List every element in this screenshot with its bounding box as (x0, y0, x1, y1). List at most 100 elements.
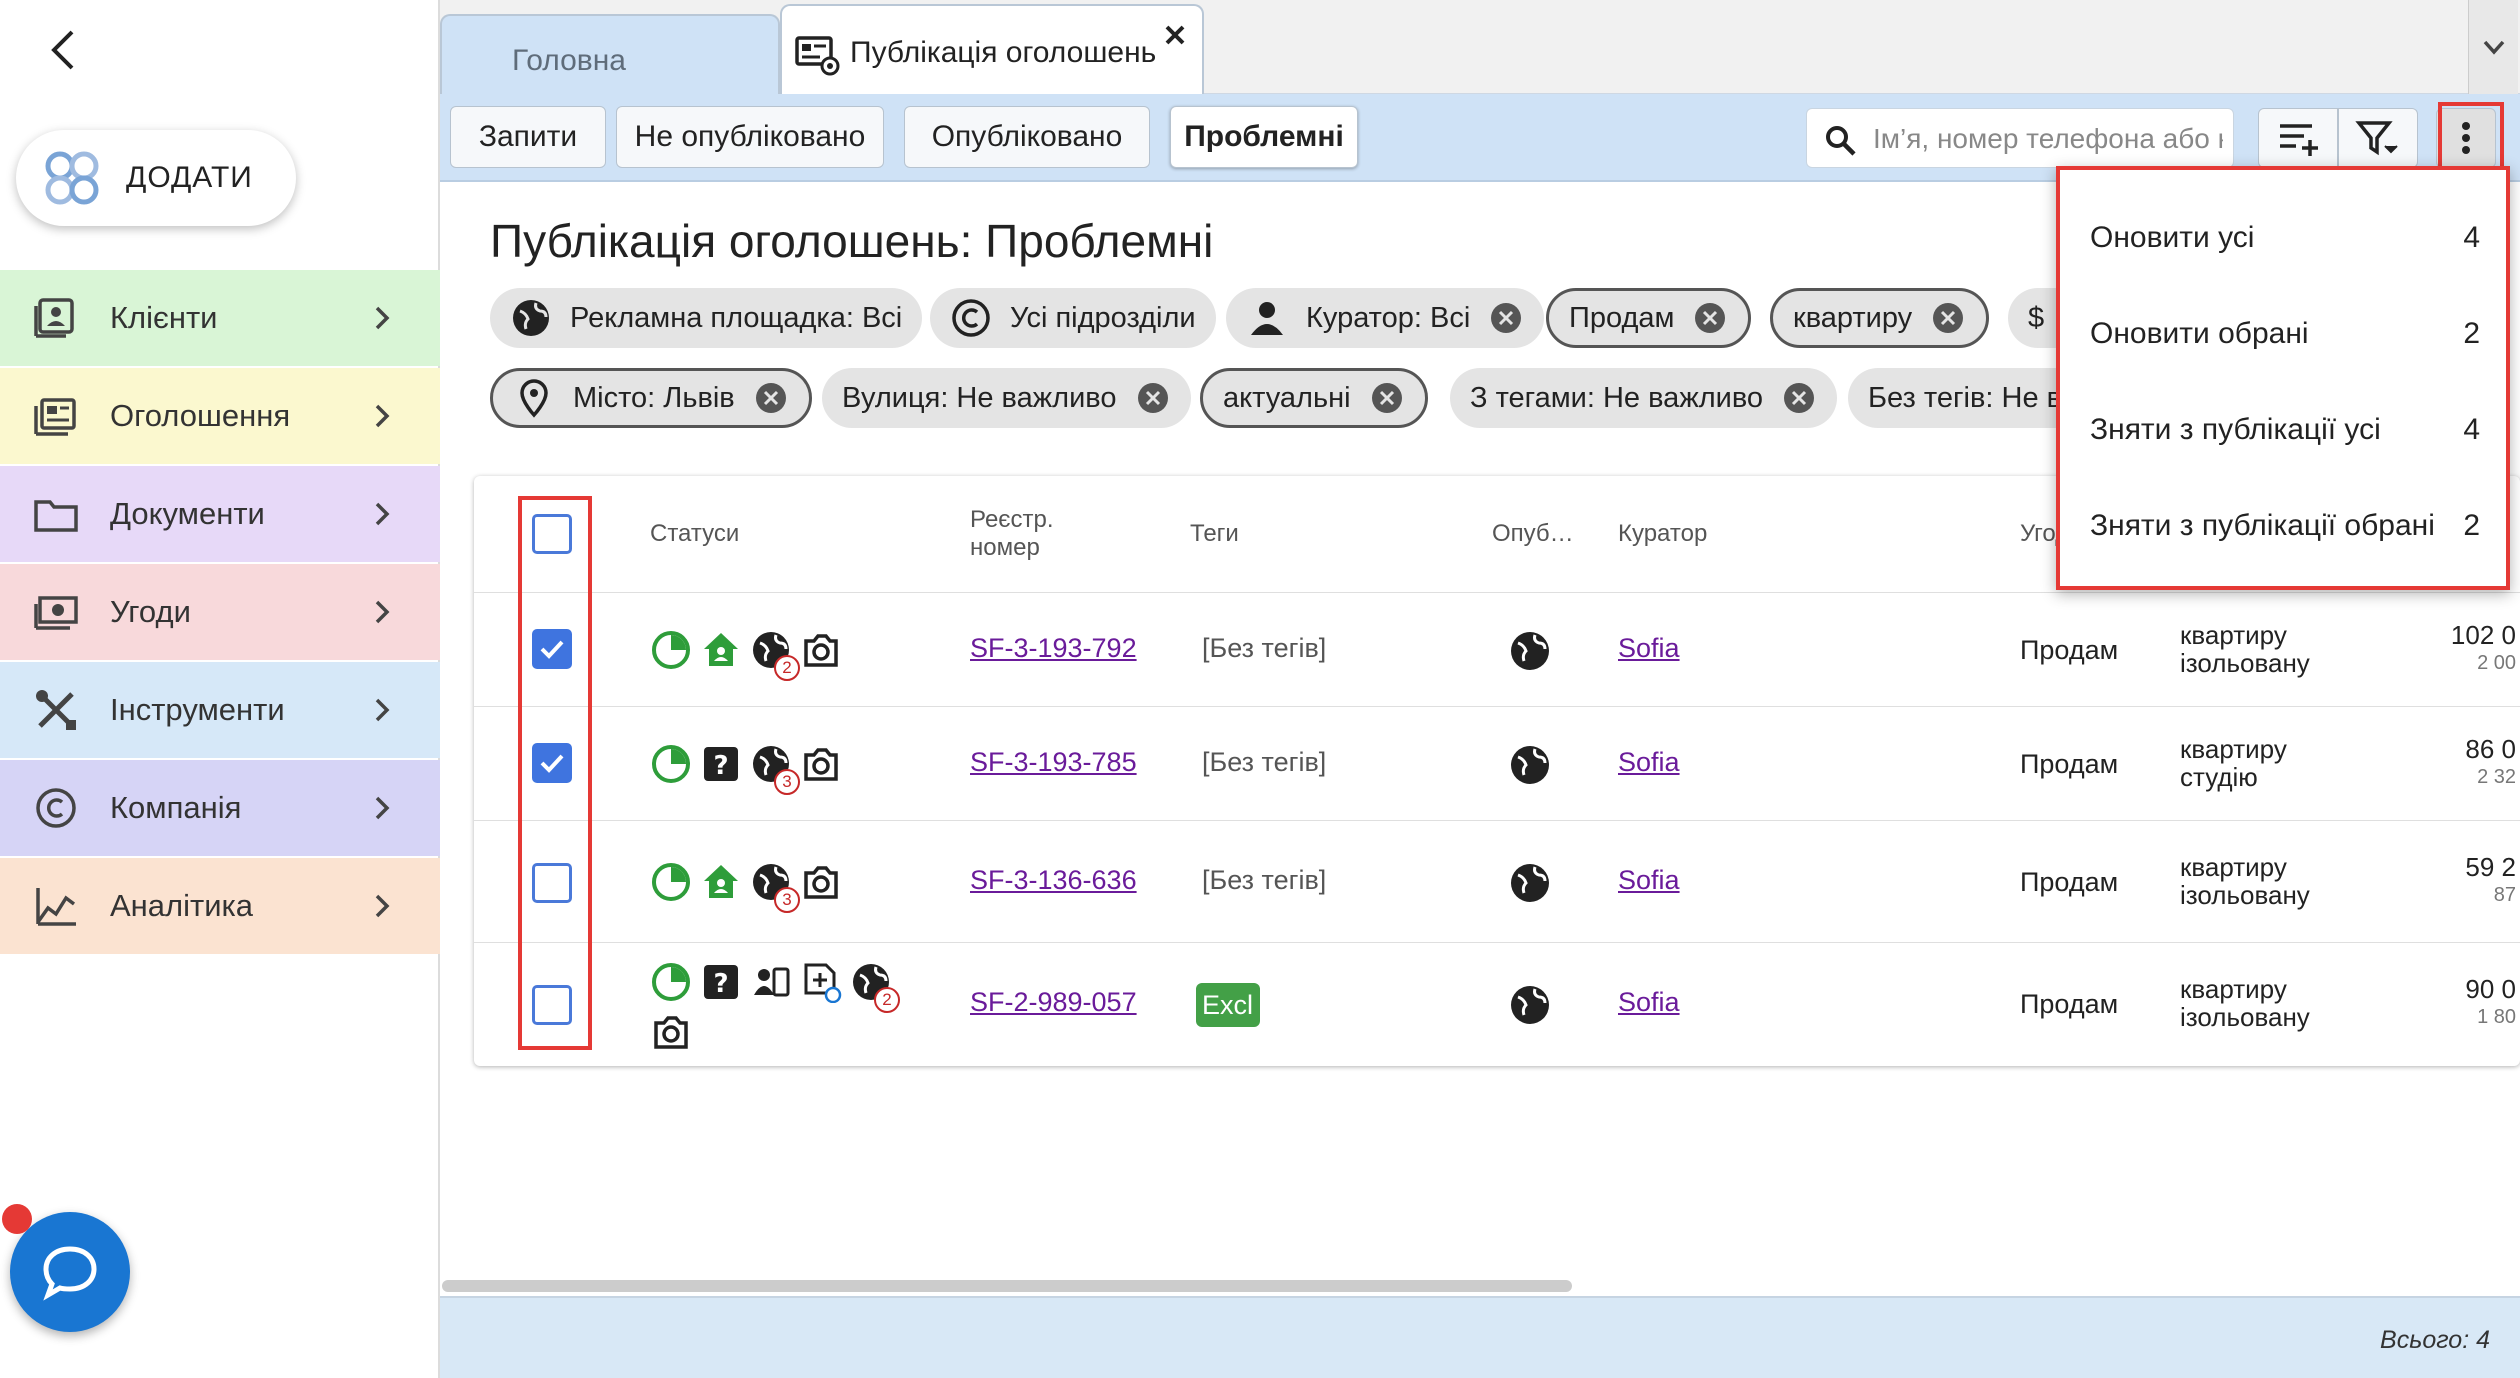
property-type-line2: ізольовану (2180, 1002, 2310, 1032)
sidebar-item-listings[interactable]: Оголошення (0, 368, 440, 464)
chevron-right-icon (375, 894, 390, 918)
filter-chip-departments[interactable]: Усі підрозділи (930, 288, 1216, 348)
filter-chip-with-tags[interactable]: З тегами: Не важливо (1450, 368, 1838, 428)
segment-unpublished[interactable]: Не опубліковано (616, 106, 884, 168)
chevron-right-icon (375, 600, 390, 624)
notification-dot (2, 1204, 32, 1234)
table-row[interactable]: ? 2 SF-2-989-057 Excl Sofia Продам кварт… (474, 942, 2520, 1066)
filter-chip-without-tags[interactable]: Без тегів: Не в (1848, 368, 2056, 428)
menu-item-refresh-selected[interactable]: Оновити обрані 2 (2060, 286, 2506, 382)
tags-cell: [Без тегів] (1202, 633, 1327, 663)
sidebar-item-company[interactable]: Компанія (0, 760, 440, 856)
deal-cell: Продам (2020, 635, 2119, 665)
filter-chip-curator[interactable]: Куратор: Всі (1226, 288, 1545, 348)
price-main: 86 0 (2465, 734, 2516, 764)
filter-chip-label: $ (2028, 301, 2045, 334)
sidebar-item-deals[interactable]: Угоди (0, 564, 440, 660)
header-reg-line2: номер (970, 534, 1040, 561)
published-globe-icon (1511, 986, 1549, 1024)
chevron-down-icon (2483, 40, 2504, 55)
globe-status-icon: 2 (750, 629, 800, 681)
close-icon[interactable] (1158, 18, 1192, 52)
remove-filter-icon[interactable] (753, 380, 789, 416)
reg-number-link[interactable]: SF-3-193-792 (970, 633, 1137, 664)
filter-chip-platform[interactable]: Рекламна площадка: Всі (490, 288, 923, 348)
search-input[interactable] (1873, 117, 2223, 161)
globe-icon (513, 300, 549, 336)
tag-chip[interactable]: Excl (1196, 983, 1260, 1027)
sidebar-item-analytics[interactable]: Аналітика (0, 858, 440, 954)
published-globe-icon (1511, 864, 1549, 902)
menu-item-count: 4 (2463, 413, 2480, 446)
add-sort-button[interactable] (2258, 108, 2338, 168)
sidebar-item-label: Угоди (110, 594, 191, 629)
sort-add-icon (2280, 124, 2318, 156)
remove-filter-icon[interactable] (1488, 300, 1524, 336)
menu-item-refresh-all[interactable]: Оновити усі 4 (2060, 190, 2506, 286)
back-button[interactable] (42, 22, 86, 78)
curator-link[interactable]: Sofia (1618, 987, 1680, 1018)
page-title: Публікація оголошень: Проблемні (490, 215, 1214, 267)
tab-publication[interactable]: Публікація оголошень (780, 4, 1204, 94)
menu-item-label: Зняти з публікації усі (2090, 413, 2381, 446)
filter-chip-city[interactable]: Місто: Львів (490, 368, 812, 428)
table-row[interactable]: ? 3 SF-3-193-785 [Без тегів] Sofia Прода… (474, 706, 2520, 820)
published-globe-icon (1511, 632, 1549, 670)
status-icons: ? 3 (650, 743, 920, 795)
tags-cell: [Без тегів] (1202, 865, 1327, 895)
price-cell: 59 2 87 (2465, 853, 2516, 909)
tabs-overflow-button[interactable] (2468, 0, 2518, 94)
menu-item-label: Оновити обрані (2090, 317, 2309, 350)
reg-number-link[interactable]: SF-2-989-057 (970, 987, 1137, 1018)
sidebar-item-clients[interactable]: Клієнти (0, 270, 440, 366)
search-icon (1826, 126, 1856, 156)
horizontal-scrollbar[interactable] (442, 1280, 1572, 1292)
remove-filter-icon[interactable] (1930, 300, 1966, 336)
sidebar-item-documents[interactable]: Документи (0, 466, 440, 562)
question-status-icon: ? (704, 965, 738, 999)
home-status-icon (704, 865, 738, 898)
filter-chip-label: актуальні (1223, 381, 1351, 414)
remove-filter-icon[interactable] (1692, 300, 1728, 336)
tab-home[interactable]: Головна (440, 14, 780, 94)
add-button[interactable]: ДОДАТИ (16, 130, 296, 226)
filter-chip-street[interactable]: Вулиця: Не важливо (822, 368, 1191, 428)
filter-chip-currency[interactable]: $ (2008, 288, 2056, 348)
camera-status-icon (804, 748, 838, 781)
property-type-line1: квартиру (2180, 734, 2287, 764)
header-tags: Теги (1190, 520, 1239, 547)
filter-chip-label: Рекламна площадка: Всі (570, 301, 903, 334)
menu-item-unpublish-all[interactable]: Зняти з публікації усі 4 (2060, 382, 2506, 478)
remove-filter-icon[interactable] (1369, 380, 1405, 416)
menu-item-label: Зняти з публікації обрані (2090, 509, 2435, 542)
remove-filter-icon[interactable] (1135, 380, 1171, 416)
search-box[interactable] (1806, 108, 2234, 168)
reg-number-link[interactable]: SF-3-193-785 (970, 747, 1137, 778)
checkbox-column-highlight (518, 496, 592, 1050)
reg-number-link[interactable]: SF-3-136-636 (970, 865, 1137, 896)
menu-item-unpublish-selected[interactable]: Зняти з публікації обрані 2 (2060, 478, 2506, 574)
filter-chip-property-type[interactable]: квартиру (1770, 288, 1990, 348)
remove-filter-icon[interactable] (1781, 380, 1817, 416)
table-row[interactable]: 3 SF-3-136-636 [Без тегів] Sofia Продам … (474, 820, 2520, 942)
money-icon (34, 596, 78, 630)
curator-link[interactable]: Sofia (1618, 865, 1680, 896)
segment-problematic[interactable]: Проблемні (1170, 106, 1358, 168)
status-icons: 3 (650, 861, 920, 913)
timer-status-icon (652, 963, 690, 1001)
segment-requests[interactable]: Запити (450, 106, 606, 168)
deal-cell: Продам (2020, 867, 2119, 897)
filter-chip-actual[interactable]: актуальні (1200, 368, 1428, 428)
chat-button[interactable] (10, 1212, 130, 1332)
filter-chip-deal-type[interactable]: Продам (1546, 288, 1752, 348)
curator-link[interactable]: Sofia (1618, 747, 1680, 778)
filter-button[interactable] (2338, 108, 2418, 168)
sidebar-item-tools[interactable]: Інструменти (0, 662, 440, 758)
segment-published[interactable]: Опубліковано (904, 106, 1150, 168)
curator-link[interactable]: Sofia (1618, 633, 1680, 664)
table-row[interactable]: 2 SF-3-193-792 [Без тегів] Sofia Продам … (474, 592, 2520, 706)
property-type-cell: квартиру студію (2180, 735, 2287, 791)
filter-chip-label: Куратор: Всі (1306, 301, 1471, 334)
globe-badge: 3 (774, 769, 800, 795)
price-main: 59 2 (2465, 852, 2516, 882)
